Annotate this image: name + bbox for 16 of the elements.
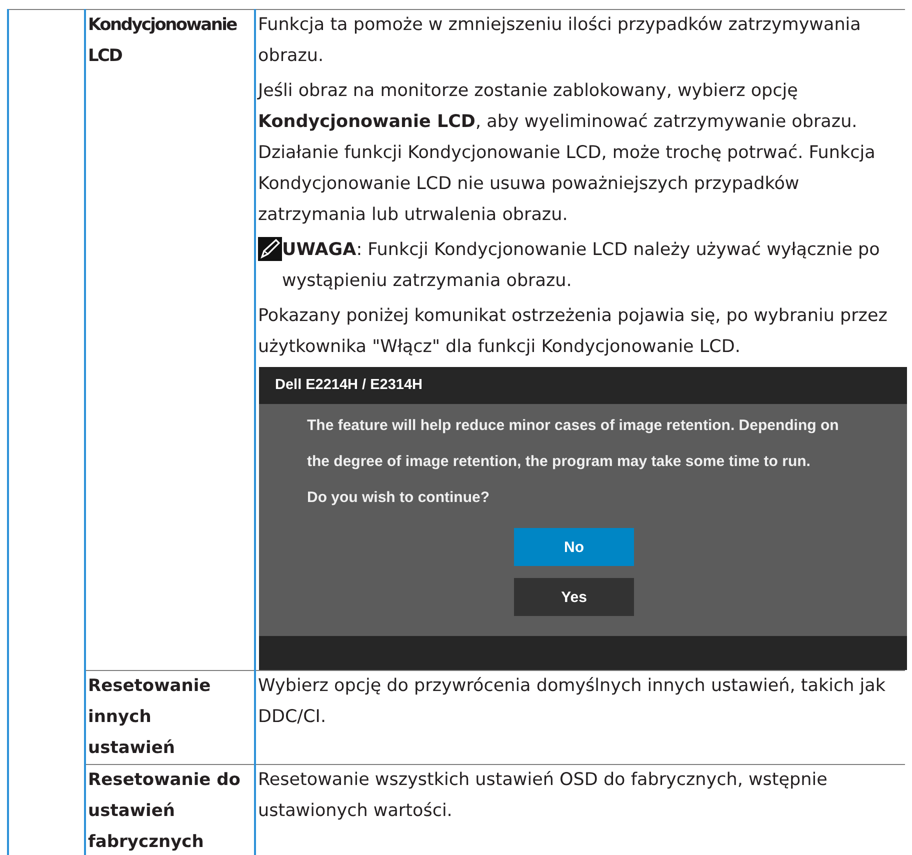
dialog-button[interactable]: No xyxy=(514,528,634,566)
dialog-button[interactable]: Yes xyxy=(514,578,634,616)
description-text: Resetowanie wszystkich ustawień OSD do fabrycznych, wstępnie ustawionych wartości. xyxy=(258,769,828,823)
pencil-icon xyxy=(258,237,282,261)
dialog-message: the degree of image retention, the program may take some time to run. xyxy=(306,452,812,472)
setting-label: Resetowanie do ustawień fabrycznych xyxy=(88,769,242,854)
dialog-message: Do you wish to continue? xyxy=(306,488,490,508)
note-text: UWAGA: Funkcji Kondycjonowanie LCD należy używać wyłącznie po wystąpieniu zatrzymania obrazu. xyxy=(282,239,881,293)
description-text: Pokazany poniżej komunikat ostrzeżenia pojawia się, po wybraniu przez użytkownika "Włącz" dla funkcji Kondycjonowanie LCD. xyxy=(258,305,888,359)
setting-label: Kondycjonowanie LCD xyxy=(88,14,238,68)
description-text: Funkcja ta pomoże w zmniejszeniu ilości przypadków zatrzymywania obrazu. xyxy=(258,14,862,68)
description-text: Jeśli obraz na monitorze zostanie zablokowany, wybierz opcję Kondycjonowanie LCD, aby wyeliminować zatrzymywanie obrazu. Działanie funkcji Kondycjonowanie LCD, może trochę potrwać. Funkcja Kondycjonowanie LCD nie usuwa poważniejszych przypadków zatrzymania lub utrwalenia obrazu. xyxy=(258,80,876,227)
dialog-title: Dell E2214H / E2314H xyxy=(259,367,907,404)
description-text: Wybierz opcję do przywrócenia domyślnych innych ustawień, takich jak DDC/CI. xyxy=(258,675,886,729)
setting-label: Resetowanie innych ustawień xyxy=(88,675,212,760)
dialog-message: The feature will help reduce minor cases of image retention. Depending on xyxy=(306,416,840,436)
